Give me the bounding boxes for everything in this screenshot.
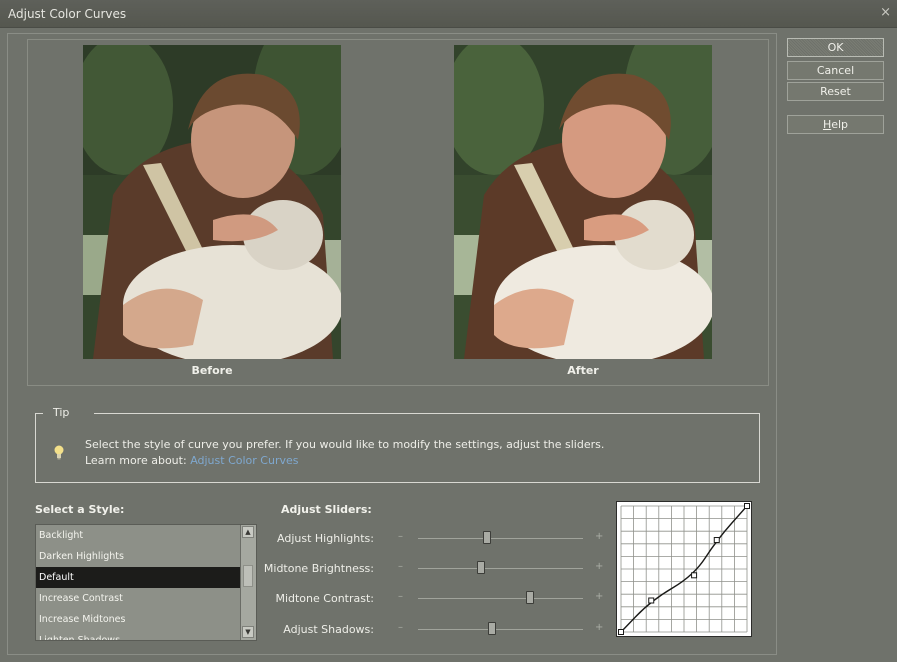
scroll-thumb[interactable] bbox=[243, 565, 253, 587]
after-label: After bbox=[567, 364, 599, 377]
reset-button[interactable]: Reset bbox=[787, 82, 884, 101]
list-item-selected[interactable]: Default bbox=[36, 567, 241, 588]
list-item[interactable]: Backlight bbox=[36, 525, 241, 546]
slider-thumb[interactable] bbox=[476, 561, 485, 574]
curve-point[interactable] bbox=[618, 629, 624, 635]
minus-icon: – bbox=[398, 591, 403, 602]
curve-point[interactable] bbox=[648, 597, 655, 604]
style-list[interactable]: Backlight Darken Highlights Default Incr… bbox=[35, 524, 257, 641]
list-scrollbar[interactable]: ▲ ▼ bbox=[240, 525, 256, 640]
curve-point[interactable] bbox=[691, 572, 698, 579]
sliders-heading: Adjust Sliders: bbox=[281, 503, 372, 516]
midtone-contrast-slider: Midtone Contrast: – + bbox=[275, 588, 611, 608]
slider-label: Midtone Brightness: bbox=[263, 562, 374, 575]
close-icon[interactable]: × bbox=[880, 5, 891, 20]
tip-learn-more: Learn more about: Adjust Color Curves bbox=[85, 453, 604, 469]
style-heading: Select a Style: bbox=[35, 503, 125, 516]
list-item[interactable]: Lighten Shadows bbox=[36, 630, 241, 640]
slider-thumb[interactable] bbox=[526, 591, 535, 604]
after-image bbox=[454, 45, 712, 359]
lightbulb-icon bbox=[52, 444, 66, 462]
list-item[interactable]: Increase Midtones bbox=[36, 609, 241, 630]
help-button[interactable]: Help bbox=[787, 115, 884, 134]
plus-icon: + bbox=[595, 561, 604, 572]
minus-icon: – bbox=[398, 531, 403, 542]
tip-message: Select the style of curve you prefer. If… bbox=[85, 438, 605, 451]
curve-point[interactable] bbox=[744, 503, 750, 509]
slider-track[interactable] bbox=[418, 538, 583, 539]
scroll-up-icon[interactable]: ▲ bbox=[242, 526, 254, 538]
adjust-shadows-slider: Adjust Shadows: – + bbox=[281, 619, 611, 639]
midtone-brightness-slider: Midtone Brightness: – + bbox=[264, 558, 611, 578]
title-bar: Adjust Color Curves × bbox=[0, 0, 897, 28]
before-label: Before bbox=[191, 364, 233, 377]
help-label: elp bbox=[831, 118, 849, 131]
minus-icon: – bbox=[398, 622, 403, 633]
slider-label: Adjust Shadows: bbox=[283, 623, 374, 636]
slider-track[interactable] bbox=[418, 568, 583, 569]
list-item[interactable]: Increase Contrast bbox=[36, 588, 241, 609]
curve-point[interactable] bbox=[713, 537, 720, 544]
ok-button[interactable]: OK bbox=[787, 38, 884, 57]
slider-label: Adjust Highlights: bbox=[277, 532, 374, 545]
slider-track[interactable] bbox=[418, 598, 583, 599]
slider-track[interactable] bbox=[418, 629, 583, 630]
adjust-color-curves-link[interactable]: Adjust Color Curves bbox=[190, 454, 298, 467]
learn-more-label: Learn more about: bbox=[85, 454, 187, 467]
plus-icon: + bbox=[595, 591, 604, 602]
slider-label: Midtone Contrast: bbox=[275, 592, 374, 605]
adjust-highlights-slider: Adjust Highlights: – + bbox=[277, 528, 611, 548]
cancel-button[interactable]: Cancel bbox=[787, 61, 884, 80]
tip-panel: Tip Select the style of curve you prefer… bbox=[35, 406, 760, 483]
tip-legend: Tip bbox=[53, 406, 70, 419]
list-item[interactable]: Darken Highlights bbox=[36, 546, 241, 567]
slider-thumb[interactable] bbox=[488, 622, 497, 635]
scroll-down-icon[interactable]: ▼ bbox=[242, 626, 254, 638]
minus-icon: – bbox=[398, 561, 403, 572]
curve-graph bbox=[616, 501, 752, 637]
plus-icon: + bbox=[595, 622, 604, 633]
help-mnemonic: H bbox=[822, 118, 832, 131]
tip-text-block: Select the style of curve you prefer. If… bbox=[85, 437, 604, 469]
window-title: Adjust Color Curves bbox=[8, 7, 127, 21]
plus-icon: + bbox=[595, 531, 604, 542]
slider-thumb[interactable] bbox=[483, 531, 492, 544]
curve-svg bbox=[618, 503, 750, 635]
before-image bbox=[83, 45, 341, 359]
